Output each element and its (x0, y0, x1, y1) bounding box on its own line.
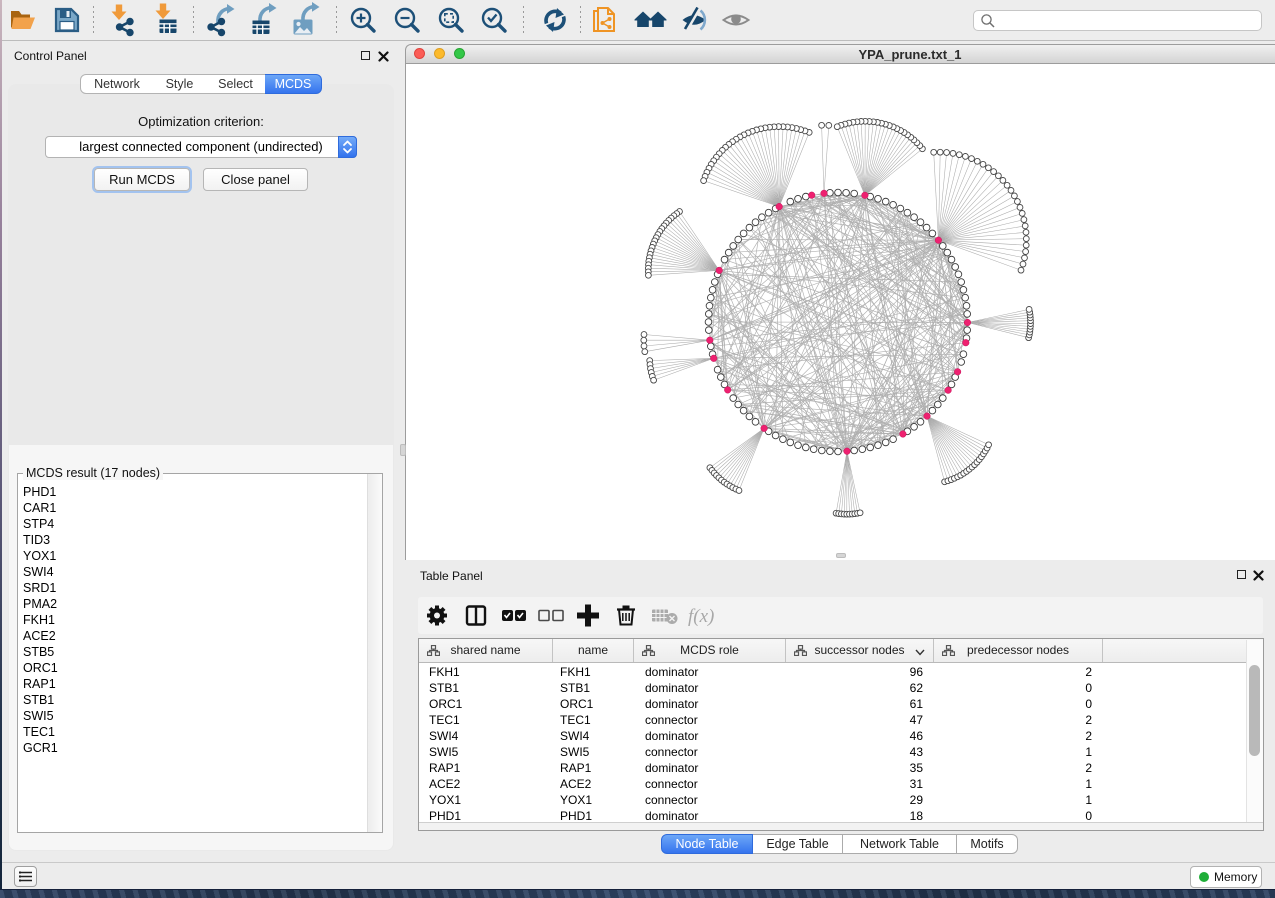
svg-text:f(x): f(x) (688, 606, 714, 627)
